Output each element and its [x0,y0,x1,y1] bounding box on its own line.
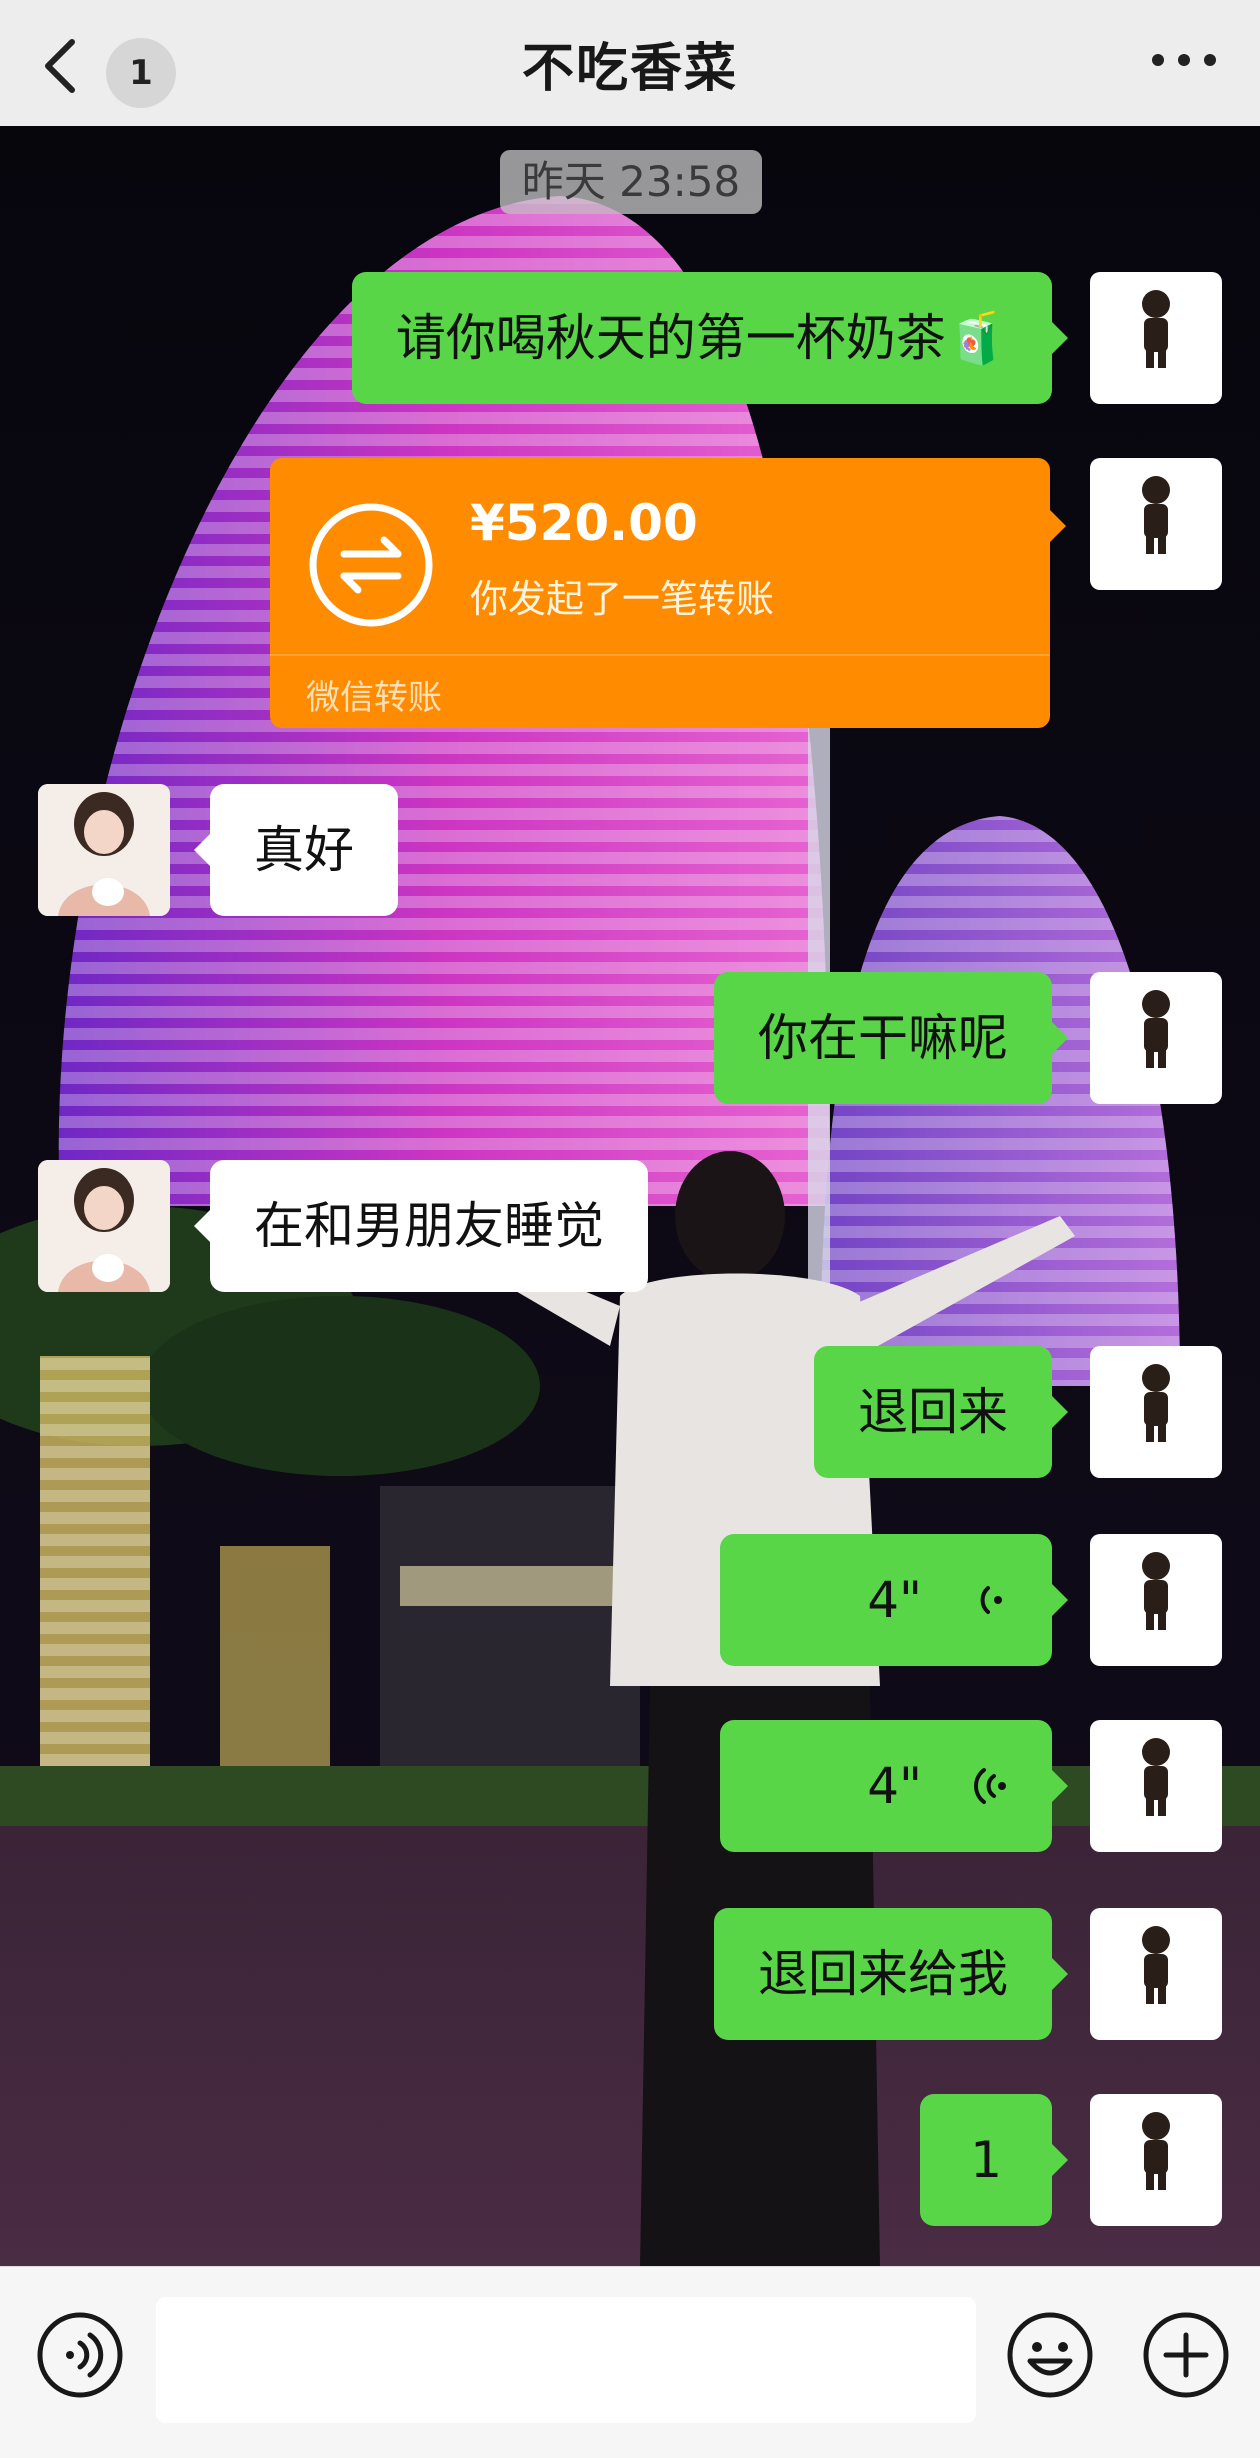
avatar-figure-icon [1142,990,1170,1068]
self-avatar[interactable] [1090,2094,1222,2226]
message-bubble[interactable]: 1 [920,2094,1068,2226]
message-timestamp: 昨天 23:58 [500,150,762,214]
input-bar [0,2266,1260,2458]
more-button[interactable] [1144,30,1224,90]
self-avatar[interactable] [1090,1908,1222,2040]
voice-message-bubble[interactable]: 4" [720,1534,1068,1666]
self-avatar[interactable] [1090,1534,1222,1666]
voice-wave-icon [974,1768,1006,1804]
self-avatar[interactable] [1090,458,1222,590]
avatar-figure-icon [1142,290,1170,368]
avatar-figure-icon [1142,2112,1170,2190]
voice-duration: 4" [867,1571,922,1629]
self-avatar[interactable] [1090,1346,1222,1478]
self-avatar[interactable] [1090,972,1222,1104]
transfer-icon [309,503,433,627]
avatar-figure-icon [1142,1364,1170,1442]
contact-avatar[interactable] [38,784,170,916]
transfer-amount: ¥520.00 [470,494,698,552]
voice-message-bubble[interactable]: 4" [720,1720,1068,1852]
voice-wave-icon [980,1586,1002,1614]
transfer-label: 微信转账 [306,678,442,718]
ellipsis-icon [1152,54,1216,66]
avatar-figure-icon [1142,1738,1170,1816]
transfer-card[interactable]: ¥520.00 你发起了一笔转账 微信转账 [270,458,1066,728]
message-bubble[interactable]: 在和男朋友睡觉 [194,1160,648,1292]
voice-input-icon[interactable] [34,2309,126,2401]
plus-circle-icon[interactable] [1140,2309,1232,2401]
avatar-figure-icon [1142,1552,1170,1630]
message-bubble[interactable]: 退回来给我 [714,1908,1068,2040]
contact-avatar-photo [38,784,170,916]
message-bubble[interactable]: 真好 [194,784,398,916]
message-bubble[interactable]: 请你喝秋天的第一杯奶茶🧃 [351,272,1069,404]
transfer-description: 你发起了一笔转账 [470,577,775,621]
avatar-figure-icon [1142,476,1170,554]
self-avatar[interactable] [1090,1720,1222,1852]
voice-duration: 4" [867,1757,922,1815]
transfer-divider [270,654,1050,656]
message-bubble[interactable]: 退回来 [814,1346,1068,1478]
chat-title: 不吃香菜 [521,39,738,99]
message-input[interactable] [156,2297,976,2423]
self-avatar[interactable] [1090,272,1222,404]
contact-avatar-photo [38,1160,170,1292]
emoji-icon[interactable] [1004,2309,1096,2401]
avatar-figure-icon [1142,1926,1170,2004]
chat-header: 1 不吃香菜 [0,0,1260,126]
contact-avatar[interactable] [38,1160,170,1292]
message-bubble[interactable]: 你在干嘛呢 [714,972,1068,1104]
